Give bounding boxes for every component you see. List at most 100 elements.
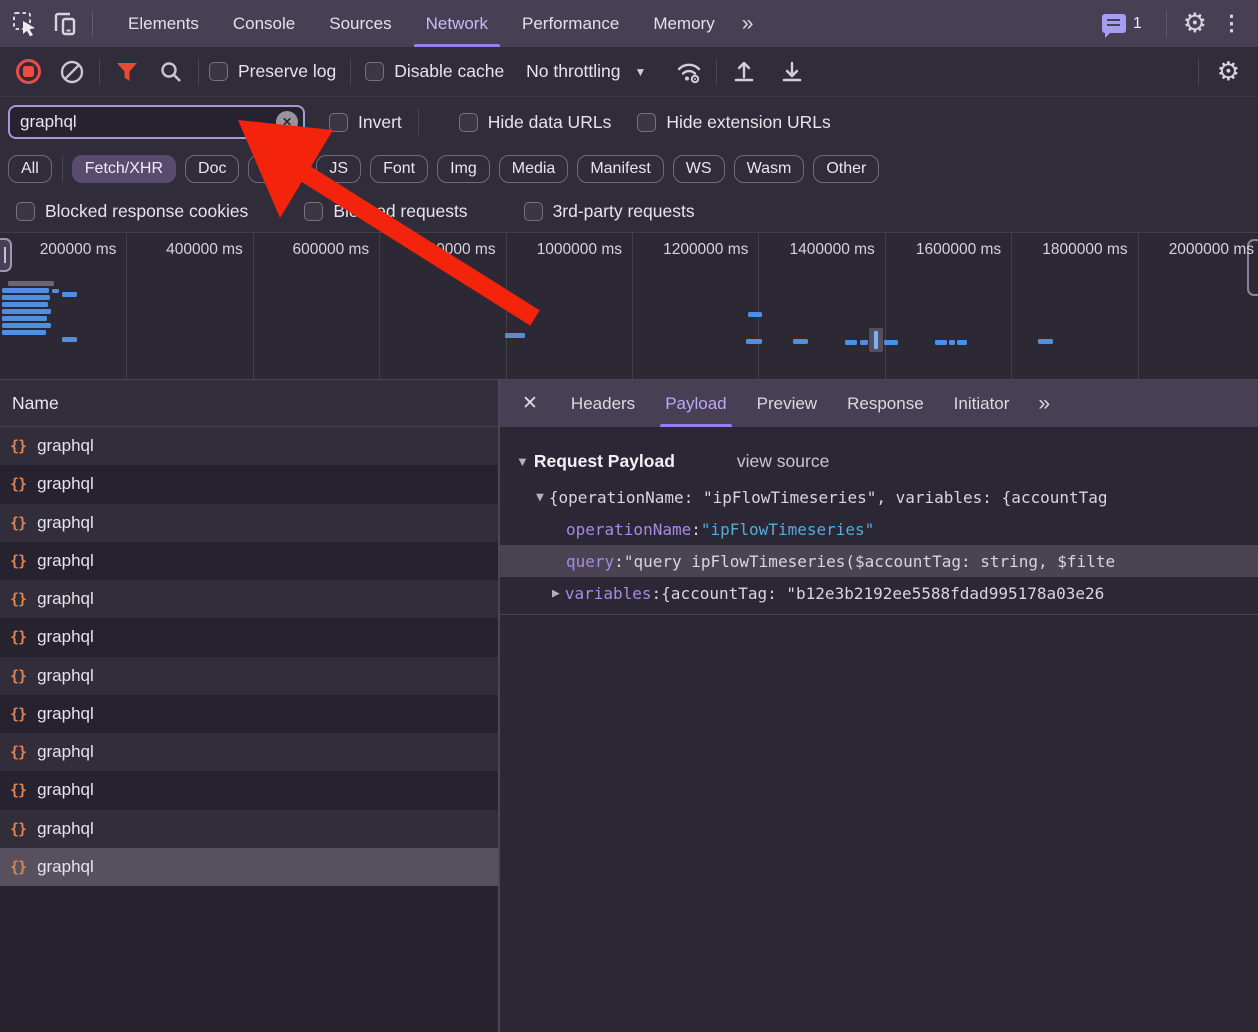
request-name: graphql [37, 589, 94, 609]
table-row[interactable]: {}graphql [0, 580, 498, 618]
request-name: graphql [37, 742, 94, 762]
chevron-down-icon: ▼ [635, 65, 647, 79]
inspect-element-icon[interactable] [8, 7, 42, 41]
chip-all[interactable]: All [8, 155, 52, 183]
name-column-header[interactable]: Name [0, 380, 498, 427]
tab-elements[interactable]: Elements [111, 0, 216, 47]
kebab-menu-icon[interactable]: ⋮ [1221, 11, 1242, 36]
triangle-right-icon: ▶ [552, 586, 560, 601]
close-details-icon[interactable]: ✕ [500, 392, 556, 415]
chip-js[interactable]: JS [316, 155, 361, 183]
3rd-party-requests-checkbox[interactable]: 3rd-party requests [524, 201, 695, 222]
timeline-tick-label: 600000 ms [292, 241, 369, 259]
network-filter-input[interactable] [8, 105, 305, 139]
fetch-xhr-icon: {} [10, 475, 26, 493]
more-details-tabs-icon[interactable]: » [1024, 392, 1062, 416]
tab-headers[interactable]: Headers [556, 380, 650, 427]
hide-extension-urls-label: Hide extension URLs [666, 112, 830, 133]
table-row[interactable]: {}graphql [0, 771, 498, 809]
table-row[interactable]: {}graphql [0, 542, 498, 580]
tab-initiator[interactable]: Initiator [939, 380, 1025, 427]
network-main-split: Name {}graphql{}graphql{}graphql{}graphq… [0, 380, 1258, 1032]
hide-extension-urls-checkbox[interactable]: Hide extension URLs [637, 112, 830, 133]
more-panels-icon[interactable]: » [732, 12, 762, 36]
blocked-requests-checkbox[interactable]: Blocked requests [304, 201, 467, 222]
settings-gear-icon[interactable]: ⚙ [1183, 8, 1207, 39]
timeline-bar [52, 289, 59, 293]
search-icon[interactable] [154, 55, 188, 89]
tab-memory[interactable]: Memory [636, 0, 731, 47]
chip-css[interactable]: CSS [248, 155, 307, 183]
json-object-value: {accountTag: "b12e3b2192ee5588fdad995178… [661, 584, 1104, 603]
table-row[interactable]: {}graphql [0, 695, 498, 733]
fetch-xhr-icon: {} [10, 705, 26, 723]
checkbox-box [637, 113, 656, 132]
network-conditions-icon[interactable] [672, 55, 706, 89]
timeline-bar [1038, 339, 1053, 344]
disable-cache-checkbox[interactable]: Disable cache [365, 61, 504, 82]
query-line[interactable]: query: "query ipFlowTimeseries($accountT… [500, 545, 1258, 577]
view-source-link[interactable]: view source [737, 451, 829, 472]
request-rows: {}graphql{}graphql{}graphql{}graphql{}gr… [0, 427, 498, 886]
timeline-gridline [758, 233, 759, 379]
import-har-icon[interactable] [727, 55, 761, 89]
request-payload-section[interactable]: ▼ Request Payload view source [500, 441, 1258, 481]
chip-media[interactable]: Media [499, 155, 569, 183]
tab-network[interactable]: Network [409, 0, 505, 47]
record-network-log-button[interactable] [16, 59, 41, 84]
chip-manifest[interactable]: Manifest [577, 155, 663, 183]
chip-ws[interactable]: WS [673, 155, 725, 183]
tab-performance[interactable]: Performance [505, 0, 636, 47]
table-row[interactable]: {}graphql [0, 427, 498, 465]
details-tabbar: ✕ HeadersPayloadPreviewResponseInitiator… [500, 380, 1258, 427]
table-row[interactable]: {}graphql [0, 848, 498, 886]
hide-data-urls-checkbox[interactable]: Hide data URLs [459, 112, 612, 133]
issues-icon[interactable] [1102, 14, 1126, 33]
chip-wasm[interactable]: Wasm [734, 155, 805, 183]
table-row[interactable]: {}graphql [0, 657, 498, 695]
network-settings-gear-icon[interactable]: ⚙ [1217, 56, 1240, 87]
checkbox-label: Blocked requests [333, 201, 467, 222]
request-name: graphql [37, 819, 94, 839]
table-row[interactable]: {} graphql [0, 465, 498, 503]
throttling-select[interactable]: No throttling ▼ [526, 61, 646, 82]
table-row[interactable]: {}graphql [0, 504, 498, 542]
chip-font[interactable]: Font [370, 155, 428, 183]
timeline-tick-label: 1200000 ms [663, 241, 748, 259]
table-row[interactable]: {}graphql [0, 618, 498, 656]
chip-img[interactable]: Img [437, 155, 490, 183]
chip-fetch-xhr[interactable]: Fetch/XHR [72, 155, 176, 183]
clear-network-log-icon[interactable] [55, 55, 89, 89]
table-row[interactable]: {}graphql [0, 733, 498, 771]
tab-payload[interactable]: Payload [650, 380, 741, 427]
preserve-log-checkbox[interactable]: Preserve log [209, 61, 336, 82]
hide-data-urls-label: Hide data URLs [488, 112, 612, 133]
chip-other[interactable]: Other [813, 155, 879, 183]
request-name: graphql [37, 474, 94, 494]
tab-sources[interactable]: Sources [312, 0, 408, 47]
export-har-icon[interactable] [775, 55, 809, 89]
chip-doc[interactable]: Doc [185, 155, 239, 183]
tab-preview[interactable]: Preview [742, 380, 832, 427]
network-overview-timeline[interactable]: 200000 ms400000 ms600000 ms800000 ms1000… [0, 232, 1258, 380]
operation-name-line[interactable]: operationName: "ipFlowTimeseries" [500, 513, 1258, 545]
timeline-left-handle[interactable] [0, 238, 12, 272]
timeline-bar [2, 295, 50, 300]
invert-checkbox[interactable]: Invert [329, 112, 402, 133]
payload-preview-line[interactable]: ▼ {operationName: "ipFlowTimeseries", va… [500, 481, 1258, 513]
blocked-response-cookies-checkbox[interactable]: Blocked response cookies [16, 201, 248, 222]
devtools-tabbar: ElementsConsoleSourcesNetworkPerformance… [0, 0, 1258, 47]
separator: : [614, 552, 624, 571]
tab-response[interactable]: Response [832, 380, 939, 427]
json-string-value: "ipFlowTimeseries" [701, 520, 874, 539]
variables-line[interactable]: ▶ variables: {accountTag: "b12e3b2192ee5… [500, 577, 1258, 609]
request-name: graphql [37, 780, 94, 800]
clear-filter-icon[interactable]: ✕ [276, 111, 298, 133]
device-toolbar-icon[interactable] [48, 7, 82, 41]
request-name: graphql [37, 513, 94, 533]
checkbox-box [16, 202, 35, 221]
table-row[interactable]: {}graphql [0, 810, 498, 848]
requests-panel: Name {}graphql{}graphql{}graphql{}graphq… [0, 380, 500, 1032]
tab-console[interactable]: Console [216, 0, 312, 47]
filter-funnel-icon[interactable] [110, 55, 144, 89]
